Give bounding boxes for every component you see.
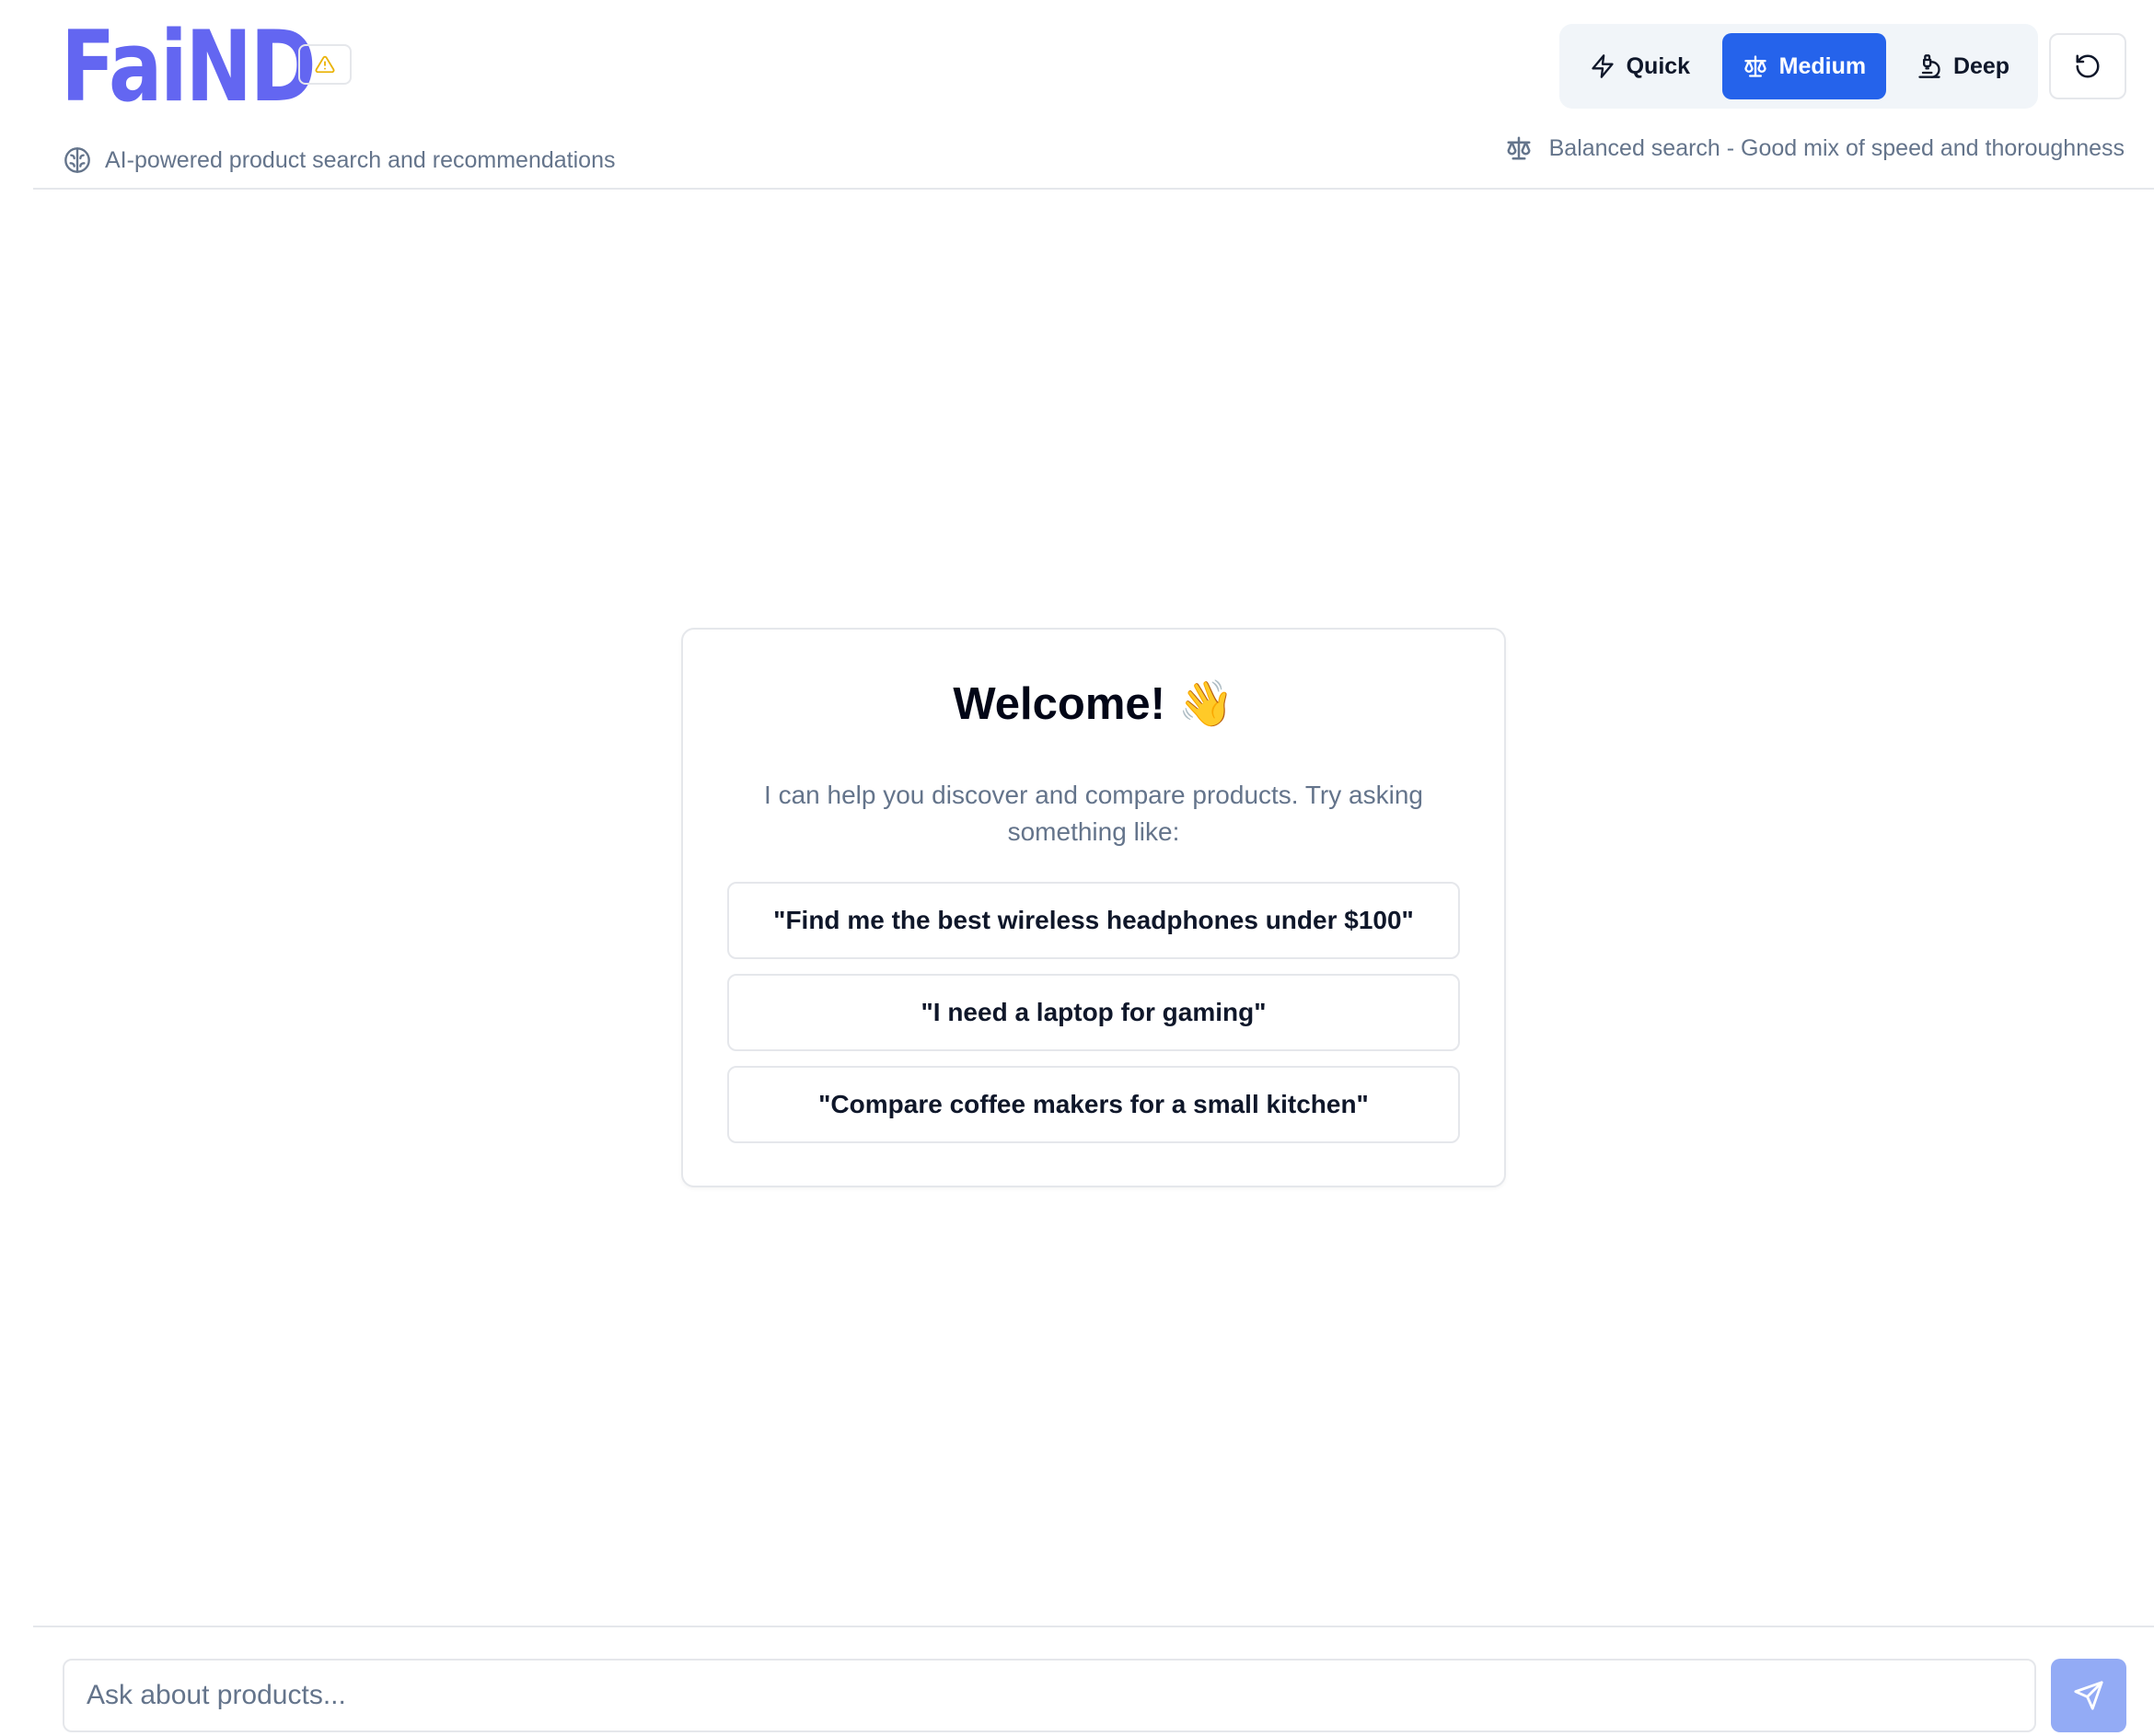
- chat-input[interactable]: [63, 1659, 2036, 1732]
- rotate-ccw-icon: [2076, 54, 2100, 78]
- welcome-title: Welcome! 👋: [953, 679, 1234, 729]
- brain-icon: [64, 147, 90, 173]
- mode-deep-label: Deep: [1952, 52, 2010, 79]
- welcome-card: Welcome! 👋 I can help you discover and c…: [681, 628, 1506, 1187]
- zap-icon: [1591, 54, 1614, 78]
- app-root: FaiND AI-powered product search and reco…: [0, 0, 2154, 1736]
- send-icon: [2074, 1681, 2103, 1710]
- suggestion-button[interactable]: "Find me the best wireless headphones un…: [727, 882, 1460, 959]
- mode-deep-button[interactable]: Deep: [1895, 33, 2031, 99]
- alert-triangle-icon: [315, 55, 335, 74]
- send-button[interactable]: [2051, 1659, 2126, 1732]
- search-mode-toggle: Quick Medium Deep: [1559, 24, 2038, 109]
- suggestion-button[interactable]: "Compare coffee makers for a small kitch…: [727, 1066, 1460, 1143]
- scale-icon: [1507, 136, 1531, 160]
- microscope-icon: [1918, 54, 1940, 78]
- mode-medium-label: Medium: [1778, 52, 1867, 79]
- chat-footer: [33, 1626, 2154, 1736]
- logo: FaiND: [61, 10, 317, 123]
- mode-quick-button[interactable]: Quick: [1567, 33, 1713, 99]
- header: FaiND AI-powered product search and reco…: [33, 0, 2154, 190]
- tagline: AI-powered product search and recommenda…: [63, 145, 615, 175]
- reset-button[interactable]: [2049, 33, 2126, 99]
- welcome-text: I can help you discover and compare prod…: [764, 781, 1423, 846]
- mode-quick-label: Quick: [1626, 52, 1691, 79]
- warning-badge[interactable]: [298, 44, 352, 85]
- mode-description: Balanced search - Good mix of speed and …: [1505, 134, 2125, 162]
- suggestion-button[interactable]: "I need a laptop for gaming": [727, 974, 1460, 1051]
- mode-description-text: Balanced search - Good mix of speed and …: [1548, 134, 2125, 161]
- mode-medium-button[interactable]: Medium: [1721, 33, 1887, 99]
- tagline-text: AI-powered product search and recommenda…: [105, 146, 616, 173]
- scale-icon: [1743, 55, 1766, 77]
